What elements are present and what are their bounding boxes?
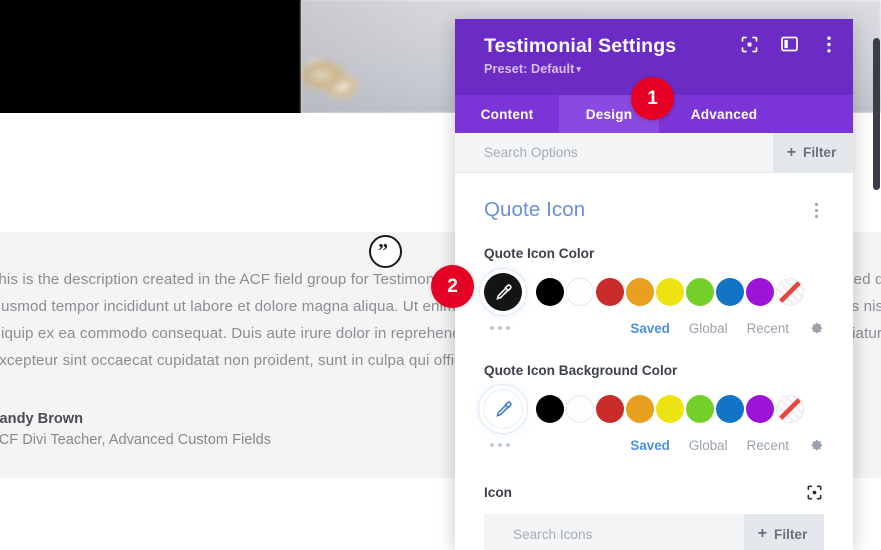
swatch-yellow[interactable] <box>656 395 684 423</box>
swatch-orange[interactable] <box>626 278 654 306</box>
testimonial-author-role: ACF Divi Teacher, Advanced Custom Fields <box>0 432 271 448</box>
gear-icon[interactable] <box>808 437 824 453</box>
swatch-green[interactable] <box>686 278 714 306</box>
focus-icon[interactable] <box>804 482 824 502</box>
swatch-green[interactable] <box>686 395 714 423</box>
icon-filter-button[interactable]: + Filter <box>744 514 824 550</box>
plus-icon: + <box>757 525 768 542</box>
swatch-transparent[interactable] <box>776 278 804 306</box>
color-mode-recent[interactable]: Recent <box>747 438 789 453</box>
eyedropper-wrap <box>484 390 528 428</box>
swatch-orange[interactable] <box>626 395 654 423</box>
panel-body: Quote Icon Quote Icon Color Saved Global… <box>455 173 853 550</box>
section-kebab-menu-icon[interactable] <box>808 200 824 220</box>
color-modes-row-quote-icon-color: Saved Global Recent <box>484 315 824 341</box>
search-icons-input[interactable]: Search Icons <box>484 527 744 542</box>
chevron-down-icon: ▾ <box>576 64 582 74</box>
options-filter-label: Filter <box>803 145 837 160</box>
preset-selector[interactable]: Preset: Default ▾ <box>484 62 835 76</box>
more-colors-icon[interactable] <box>484 326 528 330</box>
layout-icon[interactable] <box>779 34 799 54</box>
gear-icon[interactable] <box>808 320 824 336</box>
field-header-icon: Icon <box>484 482 824 502</box>
eyedropper-button[interactable] <box>484 390 522 428</box>
preset-swatches <box>536 395 804 423</box>
panel-scrollbar-track[interactable] <box>872 19 881 550</box>
color-swatch-row-quote-icon-color <box>484 273 824 311</box>
color-modes-row-quote-icon-background-color: Saved Global Recent <box>484 432 824 458</box>
panel-header-actions <box>739 34 839 54</box>
color-mode-global[interactable]: Global <box>689 438 728 453</box>
options-filter-button[interactable]: + Filter <box>773 132 853 173</box>
field-label-quote-icon-color: Quote Icon Color <box>484 246 595 261</box>
color-swatch-row-quote-icon-background-color <box>484 390 824 428</box>
step-badge-1: 1 <box>631 77 674 120</box>
kebab-menu-icon[interactable] <box>819 34 839 54</box>
swatch-white[interactable] <box>566 395 594 423</box>
swatch-blue[interactable] <box>716 278 744 306</box>
screen-root: ” This is the description created in the… <box>0 0 881 550</box>
step-badge-2: 2 <box>431 265 474 308</box>
color-mode-global[interactable]: Global <box>689 321 728 336</box>
swatch-purple[interactable] <box>746 278 774 306</box>
svg-text:”: ” <box>378 244 388 259</box>
eyedropper-button[interactable] <box>484 273 522 311</box>
panel-scrollbar-thumb[interactable] <box>873 38 880 190</box>
color-mode-saved[interactable]: Saved <box>630 438 669 453</box>
section-header-quote-icon: Quote Icon <box>484 173 824 224</box>
options-search-bar: Search Options + Filter <box>455 132 853 173</box>
color-mode-saved[interactable]: Saved <box>630 321 669 336</box>
hero-black-block <box>0 0 301 113</box>
plus-icon: + <box>786 143 797 161</box>
search-options-input[interactable]: Search Options <box>455 145 773 160</box>
swatch-transparent[interactable] <box>776 395 804 423</box>
testimonial-author-name: Randy Brown <box>0 411 84 427</box>
section-title: Quote Icon <box>484 198 586 221</box>
tab-advanced[interactable]: Advanced <box>659 95 789 133</box>
field-label-quote-icon-background-color: Quote Icon Background Color <box>484 363 678 378</box>
swatch-white[interactable] <box>566 278 594 306</box>
more-colors-icon[interactable] <box>484 443 528 447</box>
swatch-blue[interactable] <box>716 395 744 423</box>
swatch-red[interactable] <box>596 395 624 423</box>
swatch-red[interactable] <box>596 278 624 306</box>
swatch-yellow[interactable] <box>656 278 684 306</box>
swatch-black[interactable] <box>536 278 564 306</box>
icon-filter-label: Filter <box>774 526 808 542</box>
swatch-purple[interactable] <box>746 395 774 423</box>
eyedropper-wrap <box>484 273 528 311</box>
color-mode-recent[interactable]: Recent <box>747 321 789 336</box>
color-mode-tabs: Saved Global Recent <box>630 320 824 336</box>
quote-mark-icon: ” <box>369 235 402 268</box>
field-label-icon: Icon <box>484 484 512 500</box>
preset-swatches <box>536 278 804 306</box>
tab-content[interactable]: Content <box>455 95 559 133</box>
icon-search-bar: Search Icons + Filter <box>484 514 824 550</box>
focus-icon[interactable] <box>739 34 759 54</box>
preset-label: Preset: Default <box>484 62 575 76</box>
swatch-black[interactable] <box>536 395 564 423</box>
color-mode-tabs: Saved Global Recent <box>630 437 824 453</box>
